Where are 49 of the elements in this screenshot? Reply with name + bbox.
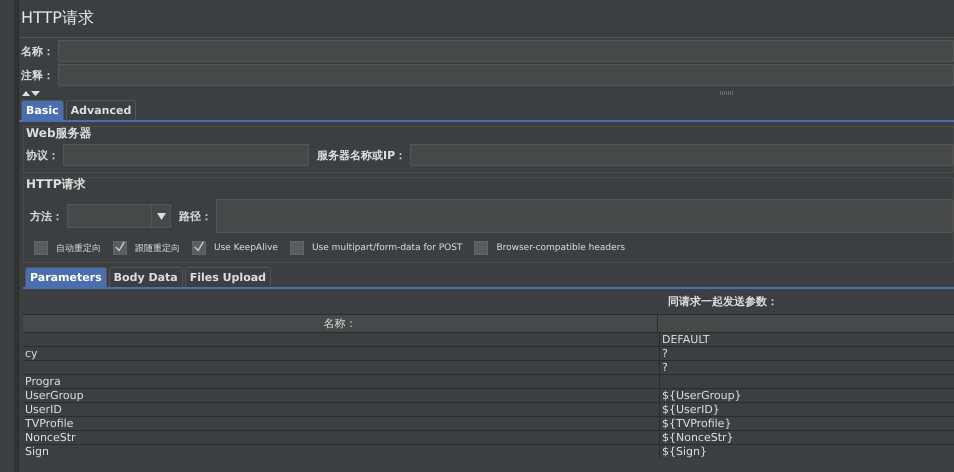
table-cell: UserID — [25, 403, 62, 416]
collapse-arrows-icon[interactable] — [21, 90, 41, 96]
method-dropdown[interactable] — [67, 204, 171, 228]
tab[interactable]: Advanced — [66, 100, 136, 120]
option-label: Use multipart/form-data for POST — [312, 243, 462, 253]
table-cell: ${UserID} — [662, 403, 720, 416]
checkbox[interactable] — [34, 241, 48, 255]
splitter-grip-icon[interactable] — [720, 91, 734, 95]
group-legend: HTTP请求 — [24, 176, 953, 193]
comment-label: 注释： — [20, 68, 55, 82]
table-cell: ${Sign} — [662, 445, 707, 458]
protocol-field[interactable] — [63, 144, 309, 166]
table-cell: ${NonceStr} — [662, 431, 734, 444]
checkbox[interactable] — [192, 241, 206, 255]
name-label: 名称： — [20, 44, 55, 58]
tab[interactable]: Files Upload — [184, 267, 272, 287]
dropdown-arrow-icon — [156, 212, 166, 220]
table-cell: ${TVProfile} — [662, 417, 732, 430]
option-label: 自动重定向 — [56, 242, 101, 254]
table-caption: 同请求一起发送参数： — [667, 294, 779, 310]
checkbox[interactable] — [113, 241, 127, 255]
table-cell: cy — [25, 347, 38, 360]
table-cell: TVProfile — [25, 417, 74, 430]
tab[interactable]: Basic — [21, 100, 64, 120]
checkbox[interactable] — [474, 241, 488, 255]
table-cell: ? — [662, 347, 668, 360]
table-cell: ? — [662, 361, 668, 374]
table-cell: DEFAULT — [662, 333, 710, 346]
table-cell: Sign — [25, 445, 49, 458]
option-label: Browser-compatible headers — [496, 243, 626, 253]
table-cell: Progra — [25, 375, 61, 388]
method-label: 方法： — [28, 208, 64, 224]
name-field[interactable] — [58, 40, 954, 62]
comment-field[interactable] — [58, 64, 954, 86]
tab[interactable]: Body Data — [108, 267, 183, 287]
checkbox[interactable] — [290, 241, 304, 255]
server-label: 服务器名称或IP： — [316, 148, 408, 162]
path-field[interactable] — [216, 199, 953, 233]
tab[interactable]: Parameters — [25, 267, 107, 287]
path-label: 路径： — [178, 208, 213, 224]
option-label: 跟随重定向 — [135, 242, 180, 254]
table-cell: UserGroup — [25, 389, 84, 402]
table-cell: NonceStr — [25, 431, 76, 444]
group-legend: Web服务器 — [24, 125, 953, 142]
protocol-label: 协议： — [25, 148, 60, 162]
table-cell: ${UserGroup} — [662, 389, 742, 402]
server-field[interactable] — [410, 144, 953, 166]
panel-title: HTTP请求 — [20, 7, 95, 29]
option-label: Use KeepAlive — [214, 243, 278, 253]
